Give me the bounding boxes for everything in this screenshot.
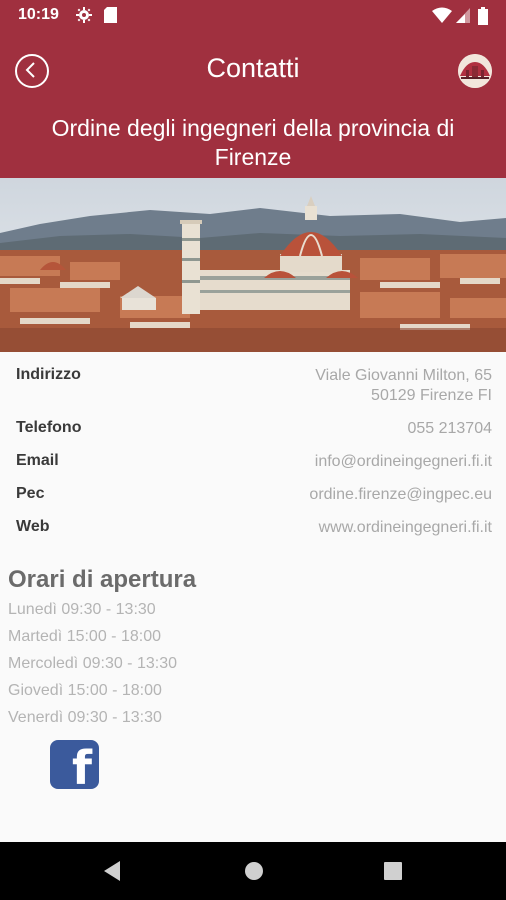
web-label: Web xyxy=(16,518,50,535)
address-label: Indirizzo xyxy=(16,366,81,383)
pec-value[interactable]: ordine.firenze@ingpec.eu xyxy=(309,485,492,505)
hours-thursday: Giovedì 15:00 - 18:00 xyxy=(8,682,162,699)
address-value[interactable]: Viale Giovanni Milton, 65 50129 Firenze … xyxy=(315,366,492,406)
app-header: Contatti Ordine degli ingegneri della pr… xyxy=(0,32,506,178)
page-title: Contatti xyxy=(206,53,300,83)
signal-icon xyxy=(456,7,470,28)
battery-icon xyxy=(478,7,488,30)
status-bar: 10:19 xyxy=(0,0,506,32)
wifi-icon xyxy=(432,7,452,28)
pec-label: Pec xyxy=(16,485,45,502)
hours-wednesday: Mercoledì 09:30 - 13:30 xyxy=(8,655,177,672)
hours-tuesday: Martedì 15:00 - 18:00 xyxy=(8,628,161,645)
email-value[interactable]: info@ordineingegneri.fi.it xyxy=(315,452,492,472)
hours-friday: Venerdì 09:30 - 13:30 xyxy=(8,709,162,726)
system-nav-bar xyxy=(0,842,506,900)
address-line-2: 50129 Firenze FI xyxy=(371,387,492,404)
city-photo xyxy=(0,178,506,352)
email-label: Email xyxy=(16,452,59,469)
logo-button[interactable] xyxy=(458,54,492,88)
gear-icon xyxy=(76,7,92,28)
home-circle-icon[interactable] xyxy=(243,860,265,887)
web-value[interactable]: www.ordineingegneri.fi.it xyxy=(319,518,492,538)
status-time: 10:19 xyxy=(18,6,59,23)
phone-label: Telefono xyxy=(16,419,82,436)
facebook-button[interactable]: f xyxy=(50,740,99,795)
organization-name: Ordine degli ingegneri della provincia d… xyxy=(51,115,455,170)
recents-square-icon[interactable] xyxy=(383,860,403,887)
sd-card-icon xyxy=(104,7,117,28)
opening-hours-title: Orari di apertura xyxy=(8,566,197,593)
facebook-icon: f xyxy=(71,741,92,795)
back-triangle-icon[interactable] xyxy=(102,860,122,887)
phone-value[interactable]: 055 213704 xyxy=(407,419,492,439)
logo-icon xyxy=(458,54,492,88)
address-line-1: Viale Giovanni Milton, 65 xyxy=(315,367,492,384)
hours-monday: Lunedì 09:30 - 13:30 xyxy=(8,601,156,618)
